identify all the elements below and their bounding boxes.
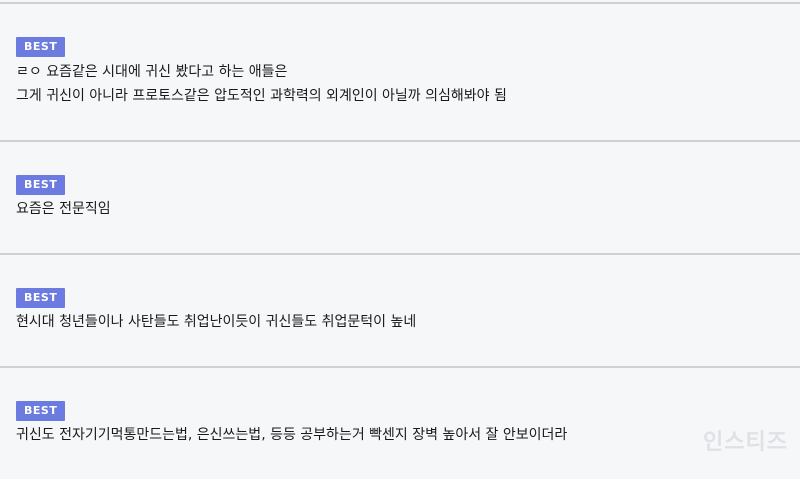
divider bbox=[0, 366, 800, 368]
comment-text-line: 그게 귀신이 아니라 프로토스같은 압도적인 과학력의 외계인이 아닐까 의심해… bbox=[16, 88, 507, 104]
best-badge: BEST bbox=[16, 37, 66, 57]
divider bbox=[0, 2, 800, 4]
best-badge: BEST bbox=[16, 175, 66, 195]
comment-text-line: 요즘은 전문직임 bbox=[16, 201, 111, 217]
comment-text-line: ㄹㅇ 요즘같은 시대에 귀신 봤다고 하는 애들은 bbox=[16, 64, 288, 80]
comment-text-line: 귀신도 전자기기먹통만드는법, 은신쓰는법, 등등 공부하는거 빡센지 장벽 높… bbox=[16, 427, 568, 443]
divider bbox=[0, 140, 800, 142]
comment-list: BEST ㄹㅇ 요즘같은 시대에 귀신 봤다고 하는 애들은 그게 귀신이 아니… bbox=[0, 0, 800, 479]
best-badge: BEST bbox=[16, 288, 66, 308]
comment-text-line: 현시대 청년들이나 사탄들도 취업난이듯이 귀신들도 취업문턱이 높네 bbox=[16, 314, 417, 330]
watermark-logo: 인스티즈 bbox=[703, 430, 788, 455]
best-badge: BEST bbox=[16, 401, 66, 421]
divider bbox=[0, 253, 800, 255]
